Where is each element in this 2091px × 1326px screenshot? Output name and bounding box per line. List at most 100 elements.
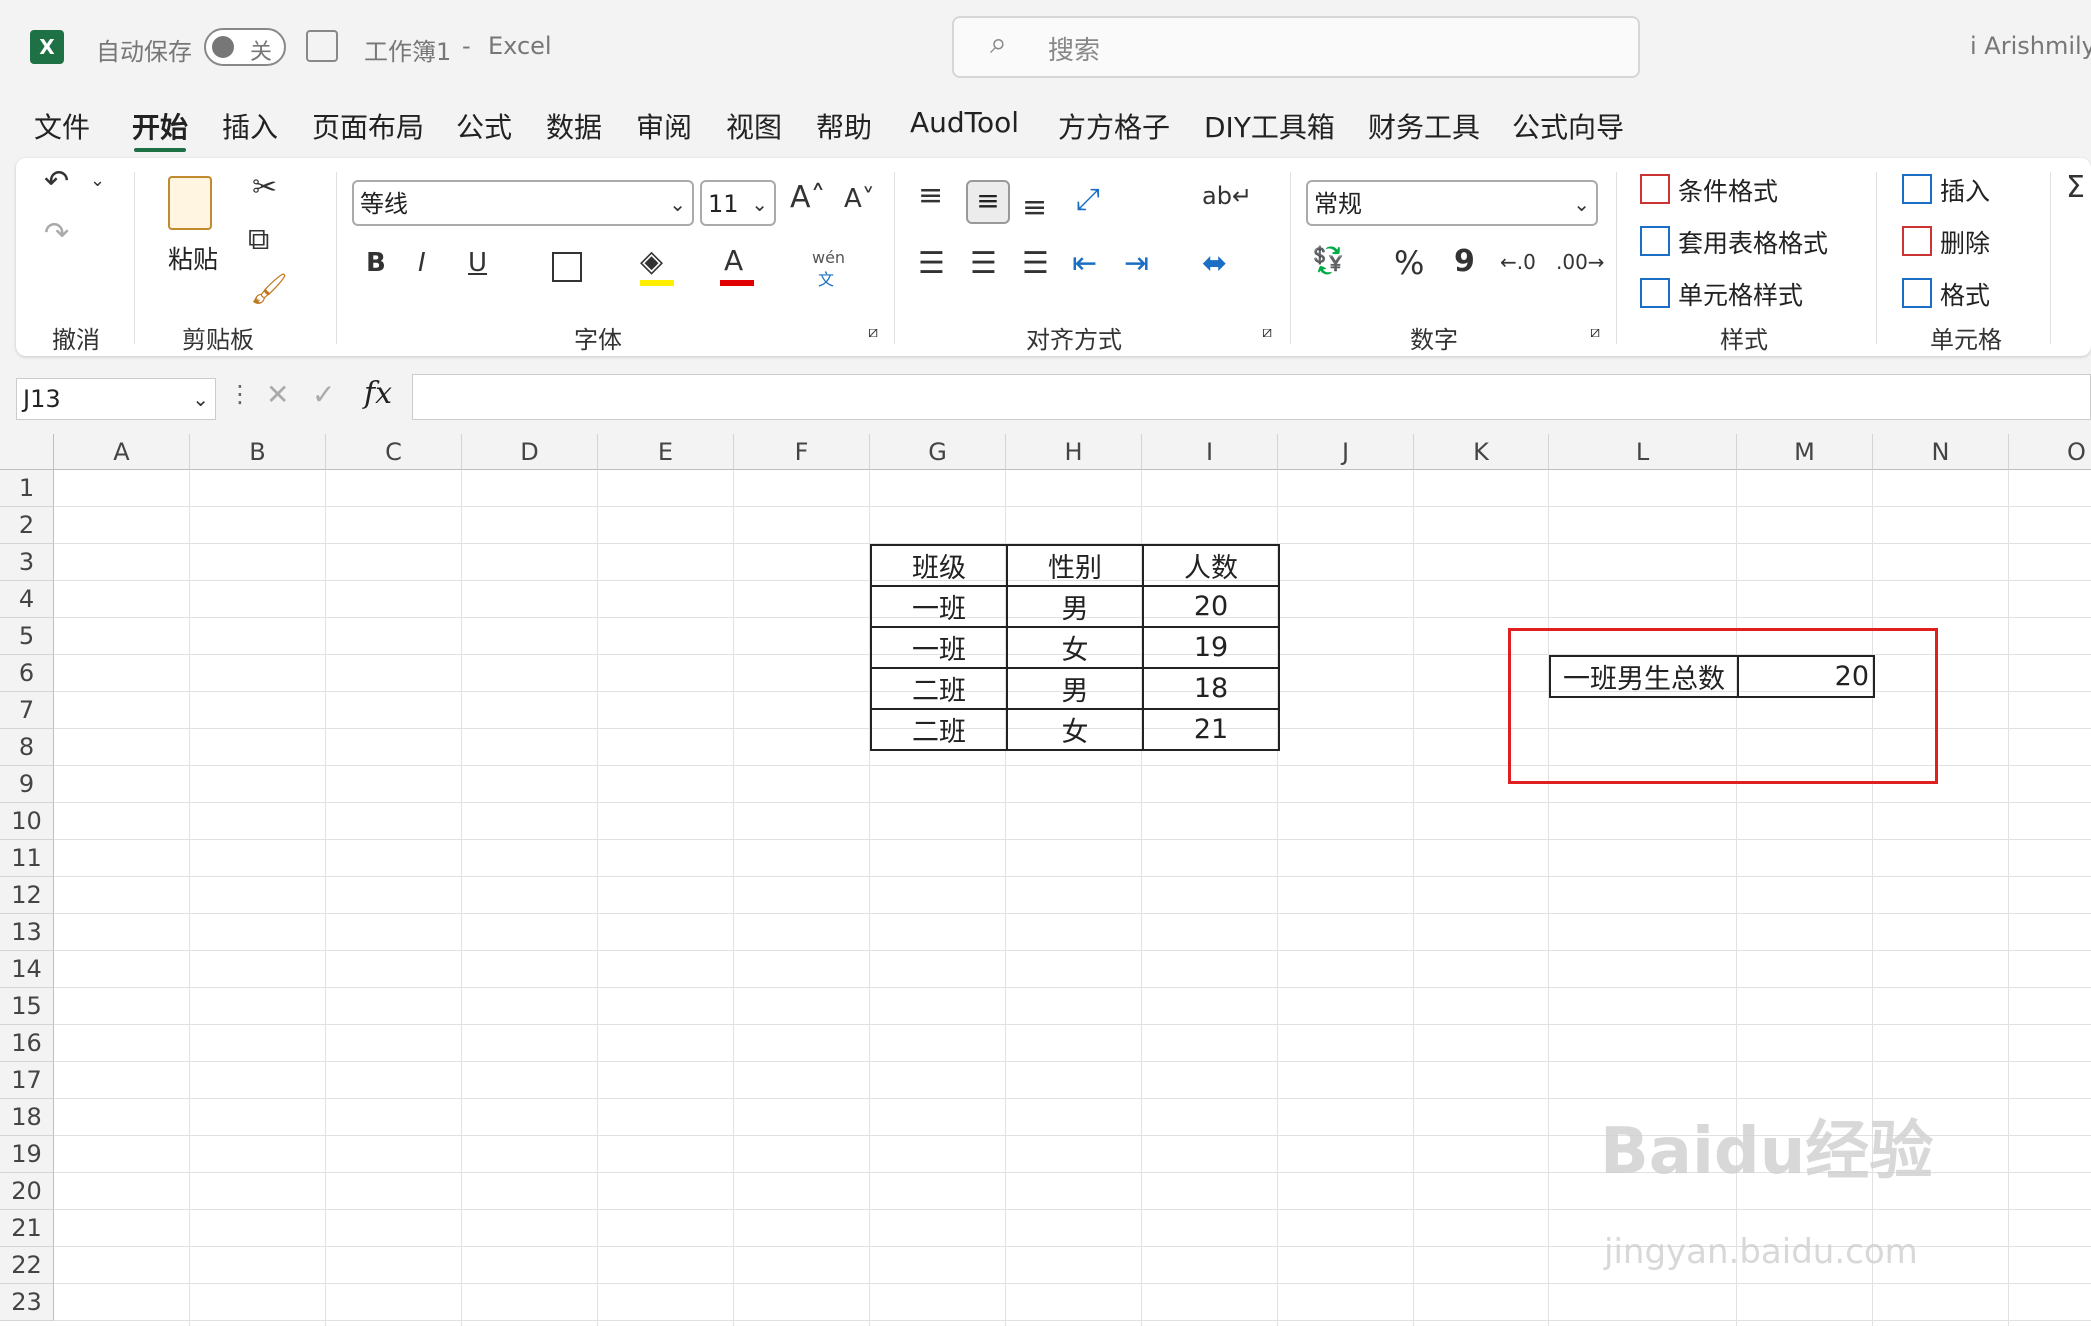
row-header-8[interactable]: 8 — [0, 729, 54, 766]
tab-review[interactable]: 审阅 — [636, 106, 692, 146]
row-header-17[interactable]: 17 — [0, 1062, 54, 1099]
bold-button[interactable]: B — [366, 248, 386, 278]
tab-formulas[interactable]: 公式 — [456, 106, 512, 146]
table-cell[interactable]: 男 — [1006, 585, 1144, 628]
decrease-decimal-icon[interactable]: .00→ — [1556, 250, 1605, 274]
tab-home[interactable]: 开始 — [132, 106, 188, 146]
cut-icon[interactable]: ✂ — [252, 170, 277, 205]
tab-data[interactable]: 数据 — [546, 106, 602, 146]
align-center-icon[interactable]: ☰ — [970, 246, 997, 281]
row-header-23[interactable]: 23 — [0, 1284, 54, 1321]
column-header-i[interactable]: I — [1142, 434, 1278, 470]
redo-icon[interactable]: ↷ — [44, 216, 69, 251]
tab-insert[interactable]: 插入 — [222, 106, 278, 146]
fill-color-icon[interactable]: ◈ — [640, 244, 663, 279]
row-header-16[interactable]: 16 — [0, 1025, 54, 1062]
table-cell[interactable]: 20 — [1142, 585, 1280, 628]
font-color-button[interactable]: A — [724, 244, 743, 277]
column-header-j[interactable]: J — [1278, 434, 1414, 470]
decrease-indent-icon[interactable]: ⇤ — [1072, 246, 1097, 281]
row-header-12[interactable]: 12 — [0, 877, 54, 914]
column-header-g[interactable]: G — [870, 434, 1006, 470]
table-cell[interactable]: 19 — [1142, 626, 1280, 669]
format-as-table-button[interactable]: 套用表格格式 — [1678, 224, 1828, 260]
increase-font-size-icon[interactable]: A˄ — [790, 180, 826, 215]
table-cell[interactable]: 女 — [1006, 626, 1144, 669]
wrap-text-icon[interactable]: ab↵ — [1202, 182, 1252, 210]
column-header-k[interactable]: K — [1414, 434, 1549, 470]
paste-icon[interactable] — [168, 176, 212, 230]
font-name-select[interactable]: 等线 ⌄ — [352, 180, 694, 226]
column-header-e[interactable]: E — [598, 434, 734, 470]
align-bottom-icon[interactable]: ≡ — [1022, 190, 1047, 225]
row-header-1[interactable]: 1 — [0, 470, 54, 507]
row-header-10[interactable]: 10 — [0, 803, 54, 840]
row-header-22[interactable]: 22 — [0, 1247, 54, 1284]
table-cell[interactable]: 女 — [1006, 708, 1144, 751]
autosum-icon[interactable]: Σ — [2066, 170, 2085, 205]
font-dialog-launcher-icon[interactable]: ⧄ — [868, 322, 878, 342]
borders-icon[interactable] — [552, 252, 582, 282]
accounting-format-icon[interactable]: 💱 — [1312, 246, 1344, 276]
column-header-c[interactable]: C — [326, 434, 462, 470]
insert-function-button[interactable]: fx — [364, 376, 392, 411]
increase-decimal-icon[interactable]: ←.0 — [1500, 250, 1536, 274]
tab-fangfang[interactable]: 方方格子 — [1058, 106, 1170, 146]
table-cell[interactable]: 二班 — [870, 708, 1008, 751]
name-box[interactable]: J13 ⌄ — [16, 378, 216, 420]
tab-audtool[interactable]: AudTool — [910, 106, 1019, 139]
merge-center-icon[interactable]: ⬌ — [1202, 246, 1227, 281]
format-cells-button[interactable]: 格式 — [1940, 276, 1990, 312]
delete-cells-button[interactable]: 删除 — [1940, 224, 1990, 260]
table-cell[interactable]: 18 — [1142, 667, 1280, 710]
tab-file[interactable]: 文件 — [34, 106, 90, 146]
column-header-h[interactable]: H — [1006, 434, 1142, 470]
row-header-20[interactable]: 20 — [0, 1173, 54, 1210]
orientation-icon[interactable]: ⤢ — [1076, 182, 1100, 217]
font-size-select[interactable]: 11 ⌄ — [700, 180, 776, 226]
percent-style-button[interactable]: % — [1394, 244, 1424, 282]
column-header-d[interactable]: D — [462, 434, 598, 470]
row-header-2[interactable]: 2 — [0, 507, 54, 544]
tab-view[interactable]: 视图 — [726, 106, 782, 146]
column-header-m[interactable]: M — [1737, 434, 1873, 470]
user-name[interactable]: i Arishmily — [1970, 32, 2091, 60]
tab-page-layout[interactable]: 页面布局 — [312, 106, 424, 146]
tab-formula-wizard[interactable]: 公式向导 — [1512, 106, 1624, 146]
cell-styles-button[interactable]: 单元格样式 — [1678, 276, 1803, 312]
search-box[interactable]: ⌕ 搜索 — [952, 16, 1640, 78]
autosave-toggle[interactable]: 关 — [204, 28, 286, 66]
formula-input[interactable] — [412, 374, 2091, 420]
table-cell[interactable]: 男 — [1006, 667, 1144, 710]
copy-icon[interactable]: ⧉ — [248, 222, 269, 257]
increase-indent-icon[interactable]: ⇥ — [1124, 246, 1149, 281]
format-painter-icon[interactable]: 🖌 — [250, 272, 288, 307]
table-header-cell[interactable]: 性别 — [1006, 544, 1144, 587]
conditional-formatting-button[interactable]: 条件格式 — [1678, 172, 1778, 208]
decrease-font-size-icon[interactable]: A˅ — [844, 184, 875, 214]
underline-button[interactable]: U — [468, 248, 487, 278]
align-top-icon[interactable]: ≡ — [918, 178, 943, 213]
number-format-select[interactable]: 常规 ⌄ — [1306, 180, 1598, 226]
align-middle-icon[interactable]: ≡ — [966, 180, 1010, 224]
row-header-4[interactable]: 4 — [0, 581, 54, 618]
table-cell[interactable]: 一班 — [870, 626, 1008, 669]
save-icon[interactable] — [306, 30, 338, 62]
italic-button[interactable]: I — [418, 248, 426, 278]
tab-help[interactable]: 帮助 — [816, 106, 872, 146]
phonetic-button[interactable]: wén — [812, 248, 845, 267]
column-header-a[interactable]: A — [54, 434, 190, 470]
undo-icon[interactable]: ↶ — [44, 164, 69, 199]
table-cell[interactable]: 21 — [1142, 708, 1280, 751]
row-header-21[interactable]: 21 — [0, 1210, 54, 1247]
table-header-cell[interactable]: 人数 — [1142, 544, 1280, 587]
row-header-14[interactable]: 14 — [0, 951, 54, 988]
tab-finance-tools[interactable]: 财务工具 — [1368, 106, 1480, 146]
tab-diy-toolbox[interactable]: DIY工具箱 — [1204, 106, 1335, 146]
row-header-6[interactable]: 6 — [0, 655, 54, 692]
table-cell[interactable]: 一班 — [870, 585, 1008, 628]
column-header-b[interactable]: B — [190, 434, 326, 470]
row-header-7[interactable]: 7 — [0, 692, 54, 729]
row-header-13[interactable]: 13 — [0, 914, 54, 951]
align-left-icon[interactable]: ☰ — [918, 246, 945, 281]
